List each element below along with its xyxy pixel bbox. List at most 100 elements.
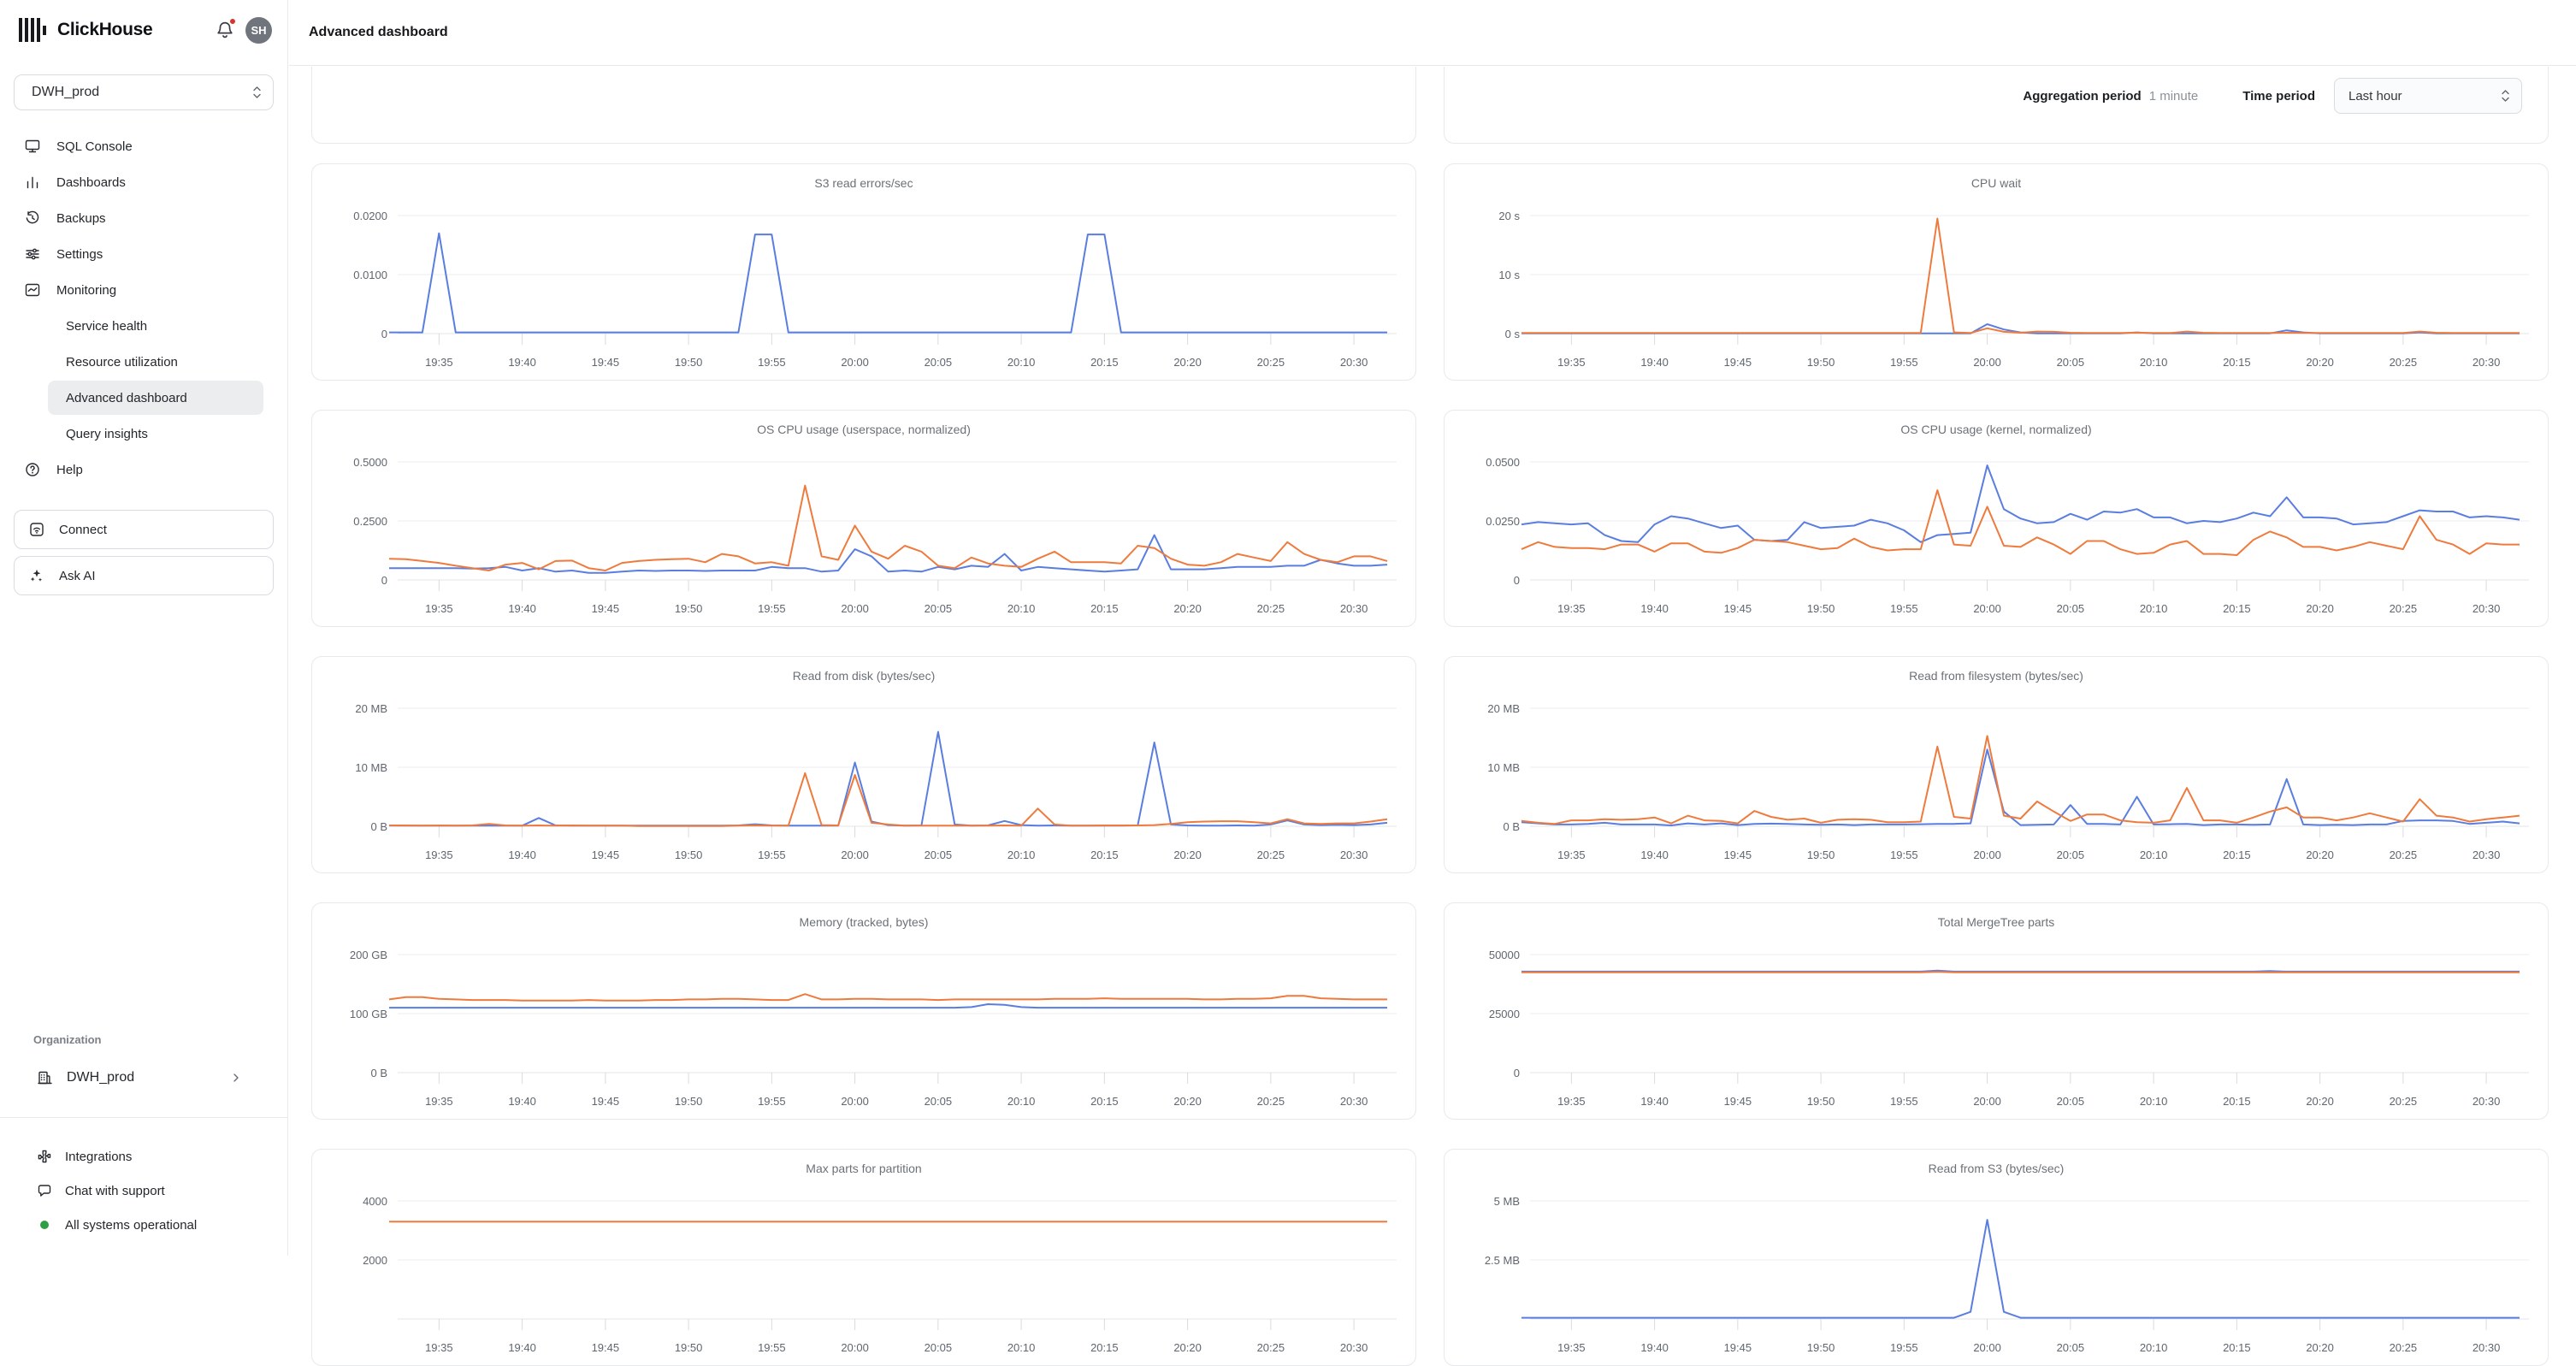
- y-axis-tick-label: 20 MB: [1487, 702, 1520, 715]
- y-axis-tick-label: 10 s: [1498, 269, 1520, 281]
- sidebar-item-query-insights[interactable]: Query insights: [0, 416, 288, 452]
- x-axis-tick-label: 20:25: [2390, 1341, 2418, 1354]
- chart-canvas[interactable]: 20 MB10 MB0 B19:3519:4019:4519:5019:5520…: [312, 657, 1416, 873]
- x-axis-tick-label: 20:15: [2223, 1095, 2251, 1108]
- brand[interactable]: ClickHouse: [19, 15, 152, 44]
- x-axis-tick-label: 20:30: [2473, 356, 2501, 369]
- brand-name: ClickHouse: [57, 20, 152, 40]
- service-selector[interactable]: DWH_prod: [14, 74, 274, 110]
- organization-switcher[interactable]: DWH_prod: [14, 1059, 274, 1097]
- organization-section-label: Organization: [33, 1033, 101, 1046]
- chevron-right-icon: [229, 1071, 243, 1085]
- series-blue: [389, 234, 1387, 333]
- x-axis-tick-label: 20:05: [2057, 849, 2085, 861]
- y-axis-tick-label: 2000: [363, 1254, 387, 1267]
- x-axis-tick-label: 20:05: [2057, 602, 2085, 615]
- x-axis-tick-label: 19:40: [1640, 1341, 1669, 1354]
- aggregation-period-label: Aggregation period: [2023, 89, 2141, 103]
- x-axis-tick-label: 19:40: [1640, 356, 1669, 369]
- x-axis-tick-label: 19:35: [425, 356, 453, 369]
- notifications-bell-icon[interactable]: [215, 20, 235, 42]
- chart-canvas[interactable]: 20 MB10 MB0 B19:3519:4019:4519:5019:5520…: [1445, 657, 2549, 873]
- sidebar-buttons: Connect Ask AI: [14, 510, 274, 602]
- chart-card-read-from-disk-bytes-sec: Read from disk (bytes/sec)20 MB10 MB0 B1…: [311, 656, 1416, 873]
- x-axis-tick-label: 19:55: [1890, 1095, 1918, 1108]
- sidebar-item-settings[interactable]: Settings: [0, 236, 288, 272]
- chart-canvas[interactable]: 200 GB100 GB0 B19:3519:4019:4519:5019:55…: [312, 903, 1416, 1120]
- y-axis-tick-label: 20 MB: [355, 702, 387, 715]
- y-axis-tick-label: 25000: [1489, 1008, 1520, 1020]
- series-blue: [1521, 465, 2520, 542]
- y-axis-tick-label: 100 GB: [350, 1008, 387, 1020]
- sidebar-link-chat-with-support[interactable]: Chat with support: [0, 1174, 288, 1208]
- sidebar-item-service-health[interactable]: Service health: [0, 308, 288, 344]
- page-header: Advanced dashboard: [289, 0, 2576, 66]
- sidebar-item-label: Resource utilization: [66, 355, 178, 370]
- x-axis-tick-label: 19:35: [425, 602, 453, 615]
- time-period-select[interactable]: Last hour: [2334, 78, 2522, 114]
- y-axis-tick-label: 0.2500: [353, 515, 387, 528]
- sidebar-item-advanced-dashboard[interactable]: Advanced dashboard: [0, 380, 288, 416]
- series-blue: [389, 732, 1387, 826]
- building-icon: [36, 1069, 53, 1086]
- x-axis-tick-label: 19:50: [675, 1341, 703, 1354]
- chart-canvas[interactable]: 0.02000.0100019:3519:4019:4519:5019:5520…: [312, 164, 1416, 381]
- sidebar-item-help[interactable]: Help: [0, 452, 288, 488]
- sidebar-item-label: Help: [56, 463, 83, 477]
- chart-canvas[interactable]: 20 s10 s0 s19:3519:4019:4519:5019:5520:0…: [1445, 164, 2549, 381]
- sidebar-item-dashboards[interactable]: Dashboards: [0, 164, 288, 200]
- x-axis-tick-label: 19:55: [1890, 849, 1918, 861]
- y-axis-tick-label: 0.0250: [1486, 515, 1520, 528]
- x-axis-tick-label: 20:30: [2473, 849, 2501, 861]
- y-axis-tick-label: 20 s: [1498, 210, 1520, 222]
- sidebar-item-resource-utilization[interactable]: Resource utilization: [0, 344, 288, 380]
- sidebar-item-monitoring[interactable]: Monitoring: [0, 272, 288, 308]
- chart-canvas[interactable]: 0.05000.0250019:3519:4019:4519:5019:5520…: [1445, 411, 2549, 627]
- x-axis-tick-label: 20:20: [2306, 849, 2334, 861]
- y-axis-tick-label: 0: [1514, 1067, 1520, 1079]
- sidebar-item-label: Advanced dashboard: [66, 391, 187, 405]
- chart-card-memory-tracked-bytes: Memory (tracked, bytes)200 GB100 GB0 B19…: [311, 902, 1416, 1120]
- sidebar-link-integrations[interactable]: Integrations: [0, 1139, 288, 1174]
- x-axis-tick-label: 20:15: [1090, 602, 1119, 615]
- chart-card-s3-read-errors-sec: S3 read errors/sec0.02000.0100019:3519:4…: [311, 163, 1416, 381]
- chart-card-read-from-s3-bytes-sec: Read from S3 (bytes/sec)5 MB2.5 MB19:351…: [1444, 1149, 2549, 1366]
- x-axis-tick-label: 20:30: [2473, 1095, 2501, 1108]
- dashboard-toolbar: Aggregation period 1 minute Time period …: [2023, 78, 2522, 114]
- x-axis-tick-label: 20:15: [2223, 356, 2251, 369]
- series-orange: [389, 994, 1387, 1001]
- x-axis-tick-label: 19:50: [1807, 356, 1835, 369]
- chart-card-cpu-wait: CPU wait20 s10 s0 s19:3519:4019:4519:501…: [1444, 163, 2549, 381]
- x-axis-tick-label: 20:15: [1090, 1341, 1119, 1354]
- x-axis-tick-label: 19:35: [425, 849, 453, 861]
- chart-canvas[interactable]: 5 MB2.5 MB19:3519:4019:4519:5019:5520:00…: [1445, 1150, 2549, 1366]
- sidebar-divider: [0, 1117, 288, 1118]
- x-axis-tick-label: 20:10: [1007, 356, 1036, 369]
- x-axis-tick-label: 20:10: [2140, 602, 2168, 615]
- x-axis-tick-label: 20:20: [1173, 602, 1202, 615]
- series-orange: [1521, 972, 2520, 973]
- chart-card-max-parts-for-partition: Max parts for partition4000200019:3519:4…: [311, 1149, 1416, 1366]
- ask-ai-button[interactable]: Ask AI: [14, 556, 274, 595]
- x-axis-tick-label: 20:15: [1090, 1095, 1119, 1108]
- chart-canvas[interactable]: 0.50000.2500019:3519:4019:4519:5019:5520…: [312, 411, 1416, 627]
- series-orange: [1521, 219, 2520, 334]
- sidebar-item-backups[interactable]: Backups: [0, 200, 288, 236]
- x-axis-tick-label: 19:55: [758, 849, 786, 861]
- y-axis-tick-label: 5 MB: [1494, 1195, 1520, 1208]
- x-axis-tick-label: 20:05: [925, 849, 953, 861]
- chart-canvas[interactable]: 4000200019:3519:4019:4519:5019:5520:0020…: [312, 1150, 1416, 1366]
- x-axis-tick-label: 20:20: [1173, 849, 1202, 861]
- x-axis-tick-label: 19:40: [508, 356, 536, 369]
- sidebar-item-sql-console[interactable]: SQL Console: [0, 128, 288, 164]
- connect-button[interactable]: Connect: [14, 510, 274, 549]
- x-axis-tick-label: 19:40: [508, 849, 536, 861]
- time-period-label: Time period: [2242, 89, 2315, 103]
- x-axis-tick-label: 19:35: [1557, 1341, 1586, 1354]
- x-axis-tick-label: 20:20: [1173, 356, 1202, 369]
- sidebar-link-all-systems-operational[interactable]: All systems operational: [0, 1208, 288, 1242]
- y-axis-tick-label: 10 MB: [355, 761, 387, 774]
- chart-canvas[interactable]: 5000025000019:3519:4019:4519:5019:5520:0…: [1445, 903, 2549, 1120]
- series-blue: [389, 1004, 1387, 1008]
- avatar[interactable]: SH: [245, 17, 272, 44]
